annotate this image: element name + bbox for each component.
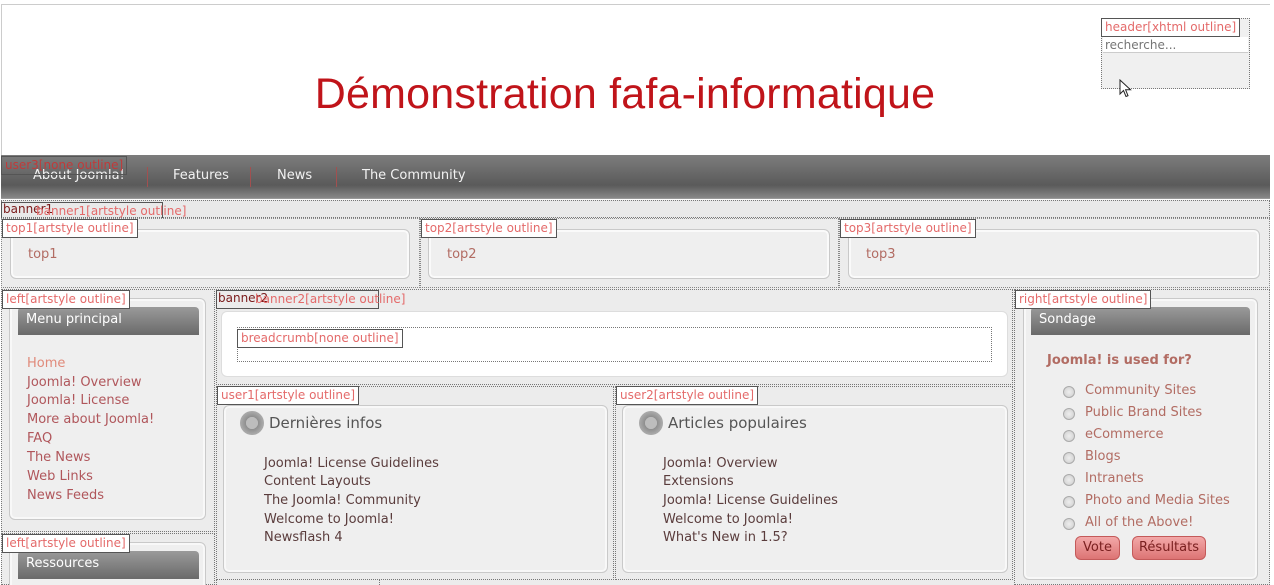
- poll-radio[interactable]: [1063, 496, 1075, 508]
- top1-text: top1: [28, 247, 58, 262]
- results-button[interactable]: Résultats: [1132, 536, 1206, 560]
- menu-item-web-links[interactable]: Web Links: [27, 469, 93, 485]
- menu-item-joomla-license[interactable]: Joomla! License: [27, 393, 129, 409]
- left-position-label: left[artstyle outline]: [2, 290, 130, 309]
- top3-position-label: top3[artstyle outline]: [840, 219, 976, 238]
- vote-button[interactable]: Vote: [1075, 536, 1120, 560]
- poll-radio[interactable]: [1063, 474, 1075, 486]
- poll-radio[interactable]: [1063, 452, 1075, 464]
- latest-news-item[interactable]: The Joomla! Community: [264, 493, 421, 509]
- left-position-label-2: left[artstyle outline]: [2, 534, 130, 553]
- header-position-label: header[xhtml outline]: [1101, 18, 1241, 37]
- poll-radio[interactable]: [1063, 430, 1075, 442]
- popular-article-item[interactable]: Joomla! Overview: [663, 456, 778, 472]
- nav-item-news[interactable]: News: [277, 164, 312, 188]
- main-menu-title: Menu principal: [18, 307, 199, 335]
- search-input[interactable]: [1103, 37, 1248, 53]
- poll-option: Blogs: [1085, 449, 1121, 464]
- user1-below: [216, 579, 380, 585]
- nav-item-community[interactable]: The Community: [362, 164, 466, 188]
- latest-news-item[interactable]: Welcome to Joomla!: [264, 512, 394, 528]
- resources-title: Ressources: [18, 551, 199, 579]
- menu-item-the-news[interactable]: The News: [27, 450, 90, 466]
- gear-icon: [639, 411, 663, 435]
- poll-option: Community Sites: [1085, 383, 1197, 398]
- popular-article-item[interactable]: What's New in 1.5?: [663, 530, 788, 546]
- poll-option: Photo and Media Sites: [1085, 493, 1230, 508]
- poll-radio[interactable]: [1063, 518, 1075, 530]
- latest-news-item[interactable]: Joomla! License Guidelines: [264, 456, 439, 472]
- banner1-row: [1, 200, 1270, 218]
- latest-news-title: Dernières infos: [269, 414, 383, 432]
- poll-option: Public Brand Sites: [1085, 405, 1203, 420]
- menu-item-home[interactable]: Home: [27, 356, 65, 372]
- menu-item-news-feeds[interactable]: News Feeds: [27, 488, 104, 504]
- main-navigation: About Joomla! Features News The Communit…: [1, 155, 1270, 199]
- poll-option: All of the Above!: [1085, 515, 1194, 530]
- poll-title: Sondage: [1031, 307, 1250, 335]
- latest-news-item[interactable]: Newsflash 4: [264, 530, 343, 546]
- user1-position-label: user1[artstyle outline]: [217, 386, 360, 405]
- popular-article-item[interactable]: Joomla! License Guidelines: [663, 493, 838, 509]
- poll-radio[interactable]: [1063, 408, 1075, 420]
- nav-separator: [336, 167, 337, 187]
- popular-article-item[interactable]: Welcome to Joomla!: [663, 512, 793, 528]
- site-title: Démonstration fafa-informatique: [314, 70, 936, 118]
- menu-item-joomla-overview[interactable]: Joomla! Overview: [27, 375, 142, 391]
- top1-position-label: top1[artstyle outline]: [2, 219, 138, 238]
- nav-separator: [250, 167, 251, 187]
- poll-option: Intranets: [1085, 471, 1144, 486]
- latest-news-item[interactable]: Content Layouts: [264, 474, 371, 490]
- right-position-label: right[artstyle outline]: [1015, 290, 1152, 309]
- poll-question: Joomla! is used for?: [1047, 353, 1192, 368]
- popular-article-item[interactable]: Extensions: [663, 474, 734, 490]
- user2-position-label: user2[artstyle outline]: [616, 386, 759, 405]
- top3-text: top3: [866, 247, 896, 262]
- nav-item-features[interactable]: Features: [173, 164, 229, 188]
- breadcrumb-position-label: breadcrumb[none outline]: [237, 329, 403, 348]
- poll-radio[interactable]: [1063, 386, 1075, 398]
- mouse-cursor-icon: [1119, 79, 1132, 98]
- poll-option: eCommerce: [1085, 427, 1164, 442]
- nav-separator: [147, 167, 148, 187]
- user3-position-label: user3[none outline]: [1, 156, 128, 175]
- menu-item-faq[interactable]: FAQ: [27, 431, 52, 447]
- menu-item-more-about-joomla[interactable]: More about Joomla!: [27, 412, 154, 428]
- top2-position-label: top2[artstyle outline]: [421, 219, 557, 238]
- top-row: top1 top2 top3: [1, 218, 1270, 288]
- top2-text: top2: [447, 247, 477, 262]
- gear-icon: [240, 411, 264, 435]
- banner2-position-label: banner2[artstyle outline]: [216, 290, 405, 309]
- popular-articles-title: Articles populaires: [668, 414, 807, 432]
